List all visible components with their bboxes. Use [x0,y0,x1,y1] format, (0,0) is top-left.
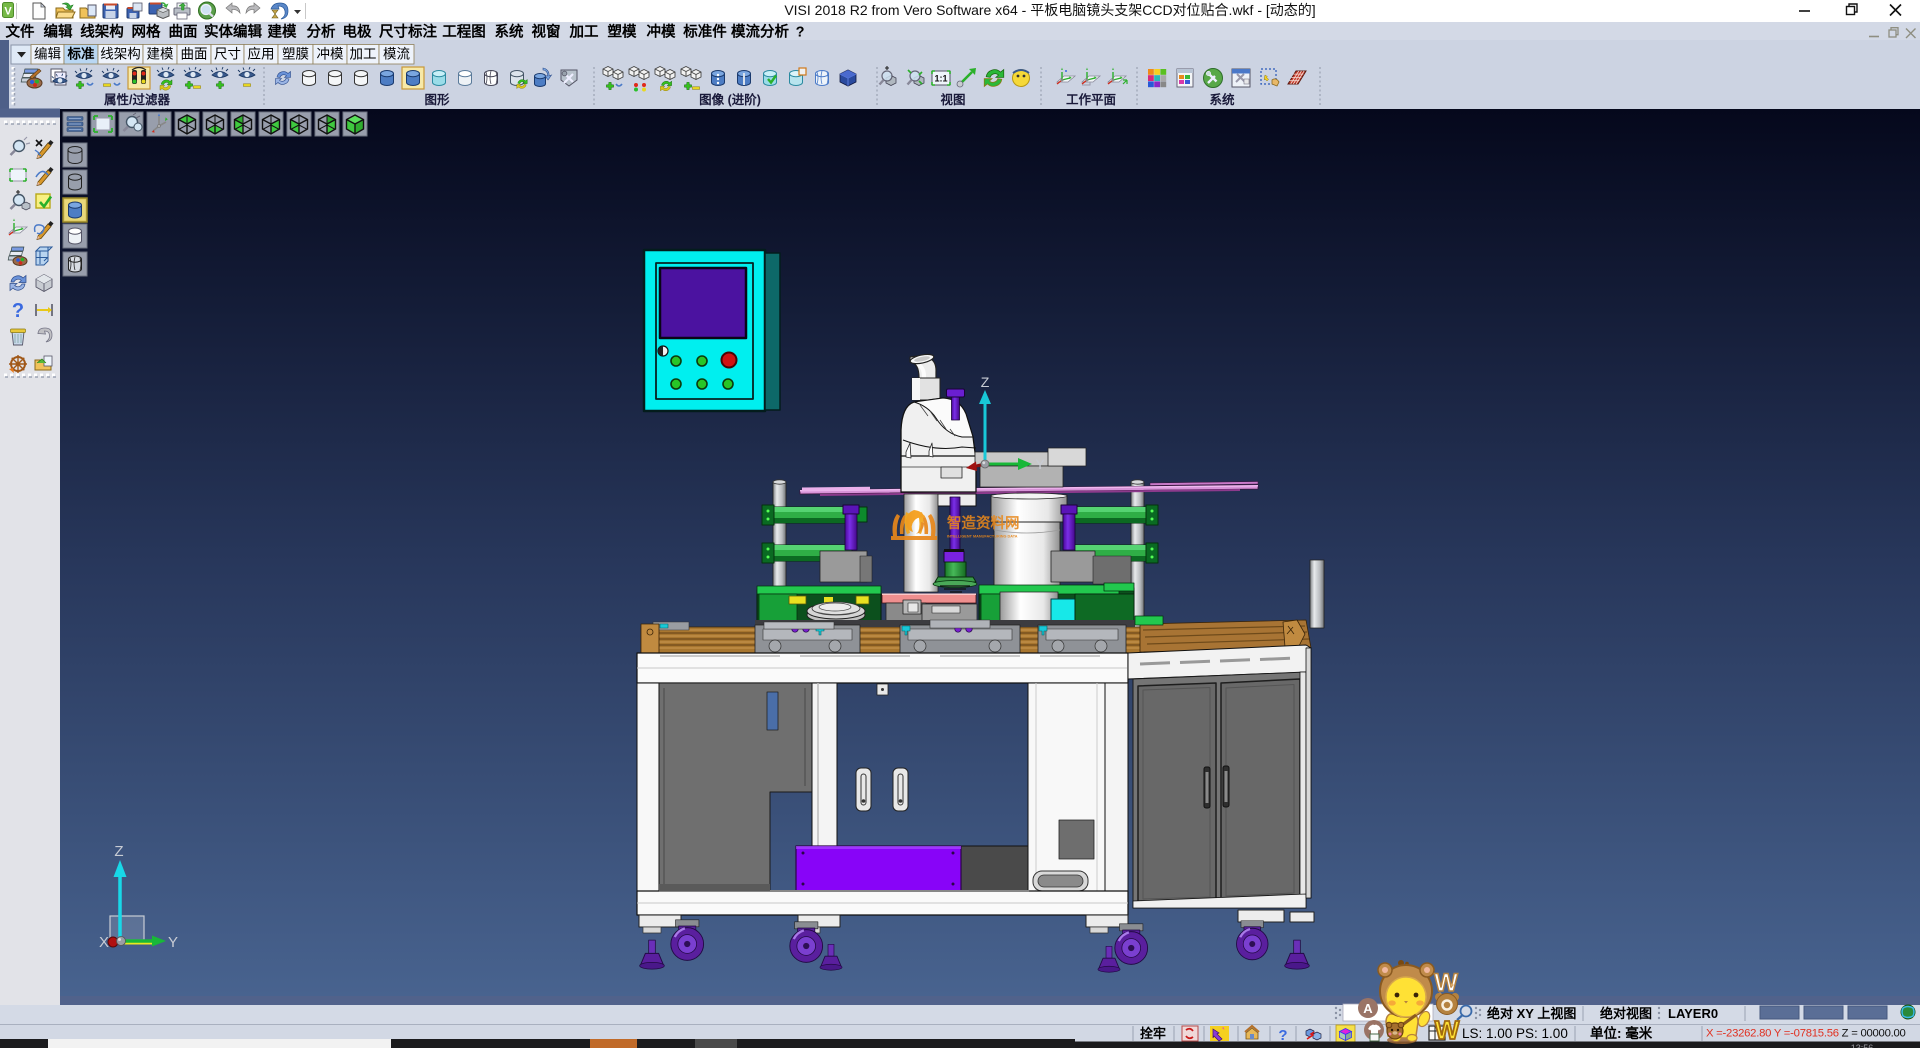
svg-text:标准件: 标准件 [682,23,727,41]
svg-text:系统: 系统 [495,23,524,41]
svg-text:绝对视图: 绝对视图 [1600,1006,1652,1021]
svg-text:分析: 分析 [307,23,336,41]
svg-text:图形: 图形 [424,93,450,107]
svg-text:1:1: 1:1 [934,74,947,84]
svg-text:电极: 电极 [343,23,372,41]
svg-text:拴牢: 拴牢 [1140,1026,1166,1041]
svg-text:绝对 XY 上视图: 绝对 XY 上视图 [1487,1006,1576,1021]
svg-text:W: W [1435,1015,1460,1045]
svg-text:?: ? [12,300,24,322]
svg-text:编辑: 编辑 [44,23,73,41]
svg-text:建模: 建模 [268,23,297,41]
svg-text:视图: 视图 [940,92,965,107]
svg-text:曲面: 曲面 [169,23,198,41]
svg-text:?: ? [1278,1027,1287,1044]
svg-text:属性/过滤器: 属性/过滤器 [104,92,170,107]
svg-text:文件: 文件 [6,23,35,41]
svg-text:尺寸标注: 尺寸标注 [379,23,437,41]
svg-text:A: A [1363,1001,1373,1016]
svg-text:加工: 加工 [350,47,377,62]
svg-text:INTELLIGENT MANUFACTURING DATA: INTELLIGENT MANUFACTURING DATA [947,535,1018,539]
svg-text:网格: 网格 [132,23,161,41]
svg-text:曲面: 曲面 [181,47,208,62]
svg-text:线架构: 线架构 [80,23,124,41]
svg-text:W: W [1434,969,1458,997]
svg-text:Y: Y [1035,456,1045,472]
svg-text:线架构: 线架构 [100,47,141,62]
svg-text:加工: 加工 [569,24,599,41]
svg-text:实体编辑: 实体编辑 [204,23,262,41]
svg-text:建模: 建模 [147,47,174,62]
svg-text:X: X [99,934,109,951]
svg-text:?: ? [796,25,805,41]
svg-text:单位: 毫米: 单位: 毫米 [1590,1025,1653,1041]
svg-text:VISI 2018 R2 from Vero Softwar: VISI 2018 R2 from Vero Software x64 - 平板… [784,2,1315,18]
svg-text:LS: 1.00 PS: 1.00: LS: 1.00 PS: 1.00 [1462,1026,1568,1041]
svg-text:标准: 标准 [67,46,95,62]
svg-text:塑膜: 塑膜 [282,47,309,62]
svg-text:尺寸: 尺寸 [214,47,241,62]
svg-text:Z: Z [981,374,990,390]
svg-text:应用: 应用 [248,46,275,62]
svg-text:LAYER0: LAYER0 [1668,1006,1718,1021]
svg-text:Z: Z [114,843,123,860]
svg-text:模流分析: 模流分析 [731,23,789,41]
svg-text:工作平面: 工作平面 [1066,92,1117,107]
svg-text:冲模: 冲模 [647,23,676,41]
svg-text:塑模: 塑模 [608,23,637,41]
svg-text:Y: Y [168,934,178,951]
svg-text:13:56: 13:56 [1851,1043,1874,1048]
svg-text:智造资料网: 智造资料网 [947,514,1020,532]
svg-text:X =-23262.80 Y =-07815.56 Z =: X =-23262.80 Y =-07815.56 Z = 00000.00 [1706,1028,1906,1040]
svg-text:冲模: 冲模 [317,47,344,62]
svg-text:图像 (进阶): 图像 (进阶) [699,92,761,107]
svg-text:工程图: 工程图 [442,24,486,41]
svg-text:V: V [4,6,12,18]
svg-text:编辑: 编辑 [34,47,61,62]
svg-text:系统: 系统 [1209,92,1235,107]
svg-text:模流: 模流 [383,47,410,62]
svg-text:视窗: 视窗 [532,23,561,41]
